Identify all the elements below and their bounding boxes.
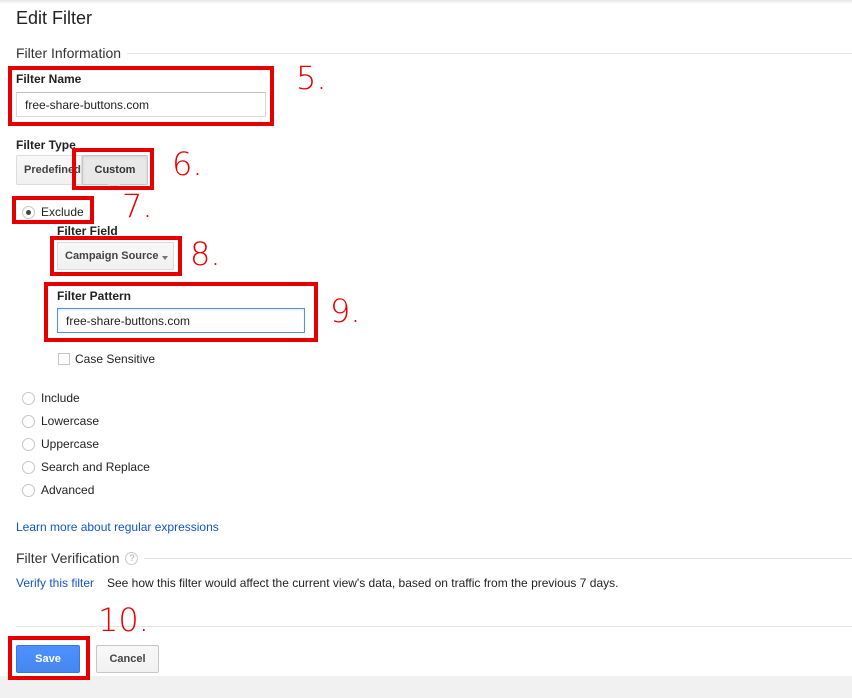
highlight-save [8,636,90,680]
lowercase-label: Lowercase [41,414,100,428]
search-replace-radio[interactable] [22,461,35,474]
search-replace-label: Search and Replace [41,460,150,474]
uppercase-label: Uppercase [41,437,100,451]
cancel-button[interactable]: Cancel [96,645,159,673]
filter-type-label: Filter Type [16,138,76,152]
learn-more-link[interactable]: Learn more about regular expressions [16,520,219,534]
advanced-radio[interactable] [22,484,35,497]
verification-description: See how this filter would affect the cur… [107,576,619,590]
help-icon[interactable]: ? [125,551,139,565]
page-title: Edit Filter [16,8,93,28]
filter-verification-header: Filter Verification ? [16,550,145,566]
uppercase-radio[interactable] [22,438,35,451]
highlight-filter-pattern [44,282,318,342]
top-shade [0,0,852,4]
include-radio[interactable] [22,392,35,405]
step-label-5: 5. [296,59,327,97]
footer-bar [0,676,852,698]
highlight-custom [72,148,154,190]
highlight-filter-field [50,236,182,276]
verify-filter-link[interactable]: Verify this filter [16,576,94,590]
step-label-7: 7. [122,187,153,225]
section-divider [16,53,852,54]
step-label-6: 6. [172,145,203,183]
highlight-filter-name [8,66,274,126]
include-label: Include [41,391,80,405]
case-sensitive-checkbox[interactable] [58,353,70,365]
step-label-10: 10. [98,601,149,639]
step-label-9: 9. [330,292,361,330]
filter-verification-title: Filter Verification [16,550,120,566]
step-label-8: 8. [190,235,221,273]
highlight-exclude [12,196,94,224]
lowercase-radio[interactable] [22,415,35,428]
advanced-label: Advanced [41,483,95,497]
filter-information-title: Filter Information [16,45,128,61]
case-sensitive-label: Case Sensitive [75,352,156,366]
